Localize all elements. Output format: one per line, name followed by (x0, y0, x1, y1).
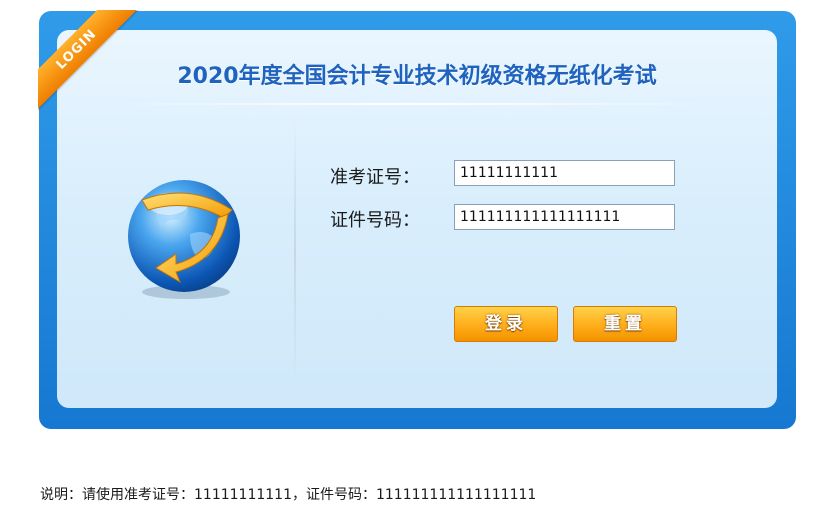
page-title: 2020年度全国会计专业技术初级资格无纸化考试 (177, 64, 657, 89)
globe-with-arrow-icon (128, 180, 240, 299)
id-number-label: 证件号码： (330, 210, 420, 231)
instructions-note: 说明：请使用准考证号：11111111111，证件号码：111111111111… (40, 487, 537, 503)
reset-button[interactable]: 重置 (573, 306, 677, 342)
login-button[interactable]: 登录 (454, 306, 558, 342)
id-number-input[interactable] (454, 204, 675, 230)
exam-id-label: 准考证号： (330, 167, 420, 188)
title-divider (100, 103, 720, 105)
exam-id-input[interactable] (454, 160, 675, 186)
vertical-divider (294, 120, 296, 390)
